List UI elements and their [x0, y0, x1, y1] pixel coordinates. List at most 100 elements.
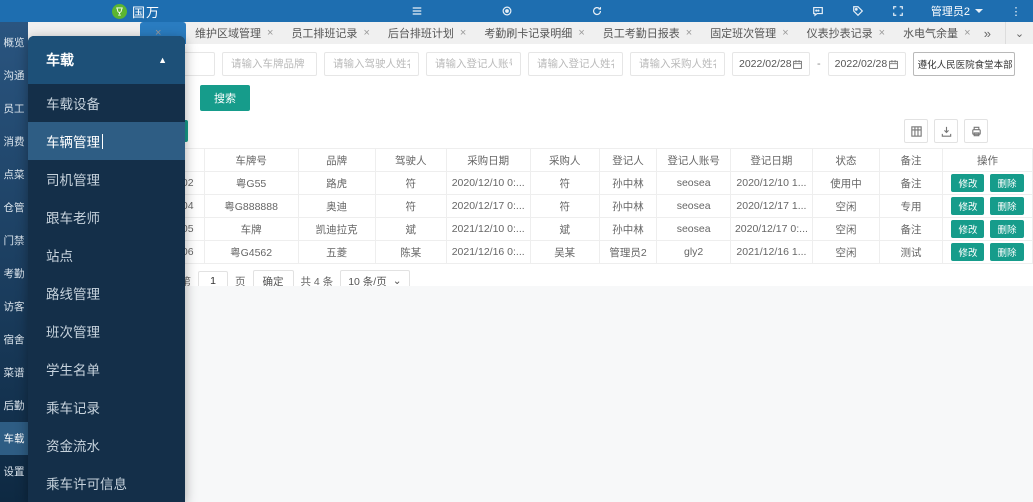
- sidebar-item-车载[interactable]: 车载: [0, 422, 28, 455]
- edit-button[interactable]: 修改: [951, 243, 985, 261]
- filter-columns-icon[interactable]: [904, 119, 928, 143]
- calendar-icon: [793, 59, 802, 69]
- more-vertical-icon[interactable]: ⋮: [1009, 4, 1023, 18]
- close-icon[interactable]: ×: [686, 27, 692, 39]
- tab-8[interactable]: 水电气余量 ×: [894, 22, 970, 44]
- tab-label: 水电气余量: [903, 28, 959, 40]
- close-icon[interactable]: ×: [782, 27, 788, 39]
- tab-dropdown-icon[interactable]: ⌄: [1005, 22, 1033, 44]
- delete-button[interactable]: 删除: [990, 197, 1024, 215]
- cell: 粤G4562: [203, 240, 299, 264]
- sidebar-item-设置[interactable]: 设置: [0, 455, 28, 488]
- tab-3[interactable]: 后台排班计划 ×: [379, 22, 475, 44]
- menu-item-学生名单[interactable]: 学生名单: [28, 350, 185, 388]
- cell: 2021/12/16 1...: [729, 240, 813, 264]
- menu-item-站点[interactable]: 站点: [28, 236, 185, 274]
- tab-6[interactable]: 固定班次管理 ×: [701, 22, 797, 44]
- close-icon[interactable]: ×: [879, 27, 885, 39]
- sidebar-item-宿舍[interactable]: 宿舍: [0, 323, 28, 356]
- close-icon[interactable]: ×: [267, 27, 273, 39]
- cell: 凯迪拉克: [297, 217, 376, 241]
- delete-button[interactable]: 删除: [990, 174, 1024, 192]
- cell: 符: [529, 194, 600, 218]
- tag-icon[interactable]: [851, 4, 865, 18]
- sidebar-item-后勤[interactable]: 后勤: [0, 389, 28, 422]
- cell: 2020/12/17 0:...: [729, 217, 813, 241]
- tab-label: 员工排班记录: [291, 28, 358, 40]
- menu-item-资金流水[interactable]: 资金流水: [28, 426, 185, 464]
- refresh-icon[interactable]: [590, 4, 604, 18]
- cell: 备注: [879, 217, 943, 241]
- cell: 符: [374, 194, 447, 218]
- cell: seosea: [656, 217, 731, 241]
- date-to-picker[interactable]: 2022/02/28: [827, 52, 906, 76]
- cell: 管理员2: [598, 240, 658, 264]
- sidebar-item-仓管[interactable]: 仓管: [0, 191, 28, 224]
- sidebar-item-门禁[interactable]: 门禁: [0, 224, 28, 257]
- org-select[interactable]: 遵化人民医院食堂本部 ⌄: [912, 52, 1015, 76]
- edit-button[interactable]: 修改: [951, 197, 985, 215]
- cell: 2020/12/17 0:...: [445, 194, 531, 218]
- close-icon[interactable]: ×: [460, 27, 466, 39]
- vehicle-flyout-menu: 车载 ▲ 车载设备 车辆管理 司机管理 跟车老师 站点 路线管理 班次管理 学生名单 乘车记录资…: [28, 36, 185, 502]
- cell: 孙中林: [598, 194, 658, 218]
- edit-button[interactable]: 修改: [951, 220, 985, 238]
- delete-button[interactable]: 删除: [990, 243, 1024, 261]
- sidebar-item-沟通[interactable]: 沟通: [0, 59, 28, 92]
- menu-item-车辆管理[interactable]: 车辆管理: [28, 122, 185, 160]
- dot-indicator-icon[interactable]: [500, 4, 514, 18]
- tab-4[interactable]: 考勤刷卡记录明细 ×: [475, 22, 593, 44]
- close-icon[interactable]: ×: [578, 27, 584, 39]
- sidebar-item-消费[interactable]: 消费: [0, 125, 28, 158]
- registrant-account-input[interactable]: [426, 52, 521, 76]
- tab-label: 固定班次管理: [710, 28, 777, 40]
- menu-item-车载设备[interactable]: 车载设备: [28, 84, 185, 122]
- search-button[interactable]: 搜索: [200, 85, 250, 111]
- registrant-name-input[interactable]: [528, 52, 623, 76]
- sidebar-item-菜谱[interactable]: 菜谱: [0, 356, 28, 389]
- menu-item-班次管理[interactable]: 班次管理: [28, 312, 185, 350]
- menu-item-路线管理[interactable]: 路线管理: [28, 274, 185, 312]
- menu-item-乘车许可信息[interactable]: 乘车许可信息: [28, 464, 185, 502]
- driver-name-input[interactable]: [324, 52, 419, 76]
- sidebar-item-考勤[interactable]: 考勤: [0, 257, 28, 290]
- message-icon[interactable]: [811, 4, 825, 18]
- flyout-header[interactable]: 车载 ▲: [28, 36, 185, 84]
- edit-button[interactable]: 修改: [951, 174, 985, 192]
- org-select-value: 遵化人民医院食堂本部: [917, 60, 1013, 71]
- plate-brand-input[interactable]: [222, 52, 317, 76]
- tab-2[interactable]: 员工排班记录 ×: [282, 22, 378, 44]
- fullscreen-icon[interactable]: [891, 4, 905, 18]
- tab-5[interactable]: 员工考勤日报表 ×: [594, 22, 701, 44]
- delete-button[interactable]: 删除: [990, 220, 1024, 238]
- cell: 2020/12/10 1...: [729, 171, 813, 195]
- collapse-menu-icon[interactable]: [410, 4, 424, 18]
- tab-label: 维护区域管理: [195, 28, 261, 40]
- close-icon[interactable]: ×: [363, 27, 369, 39]
- menu-item-司机管理[interactable]: 司机管理: [28, 160, 185, 198]
- sidebar-item-员工[interactable]: 员工: [0, 92, 28, 125]
- cell: 2020/12/10 0:...: [445, 171, 531, 195]
- admin-dropdown[interactable]: 管理员2: [931, 3, 983, 19]
- brand-logo-icon: [112, 3, 127, 19]
- cell: 斌: [529, 217, 600, 241]
- cell: 使用中: [811, 171, 881, 195]
- sidebar-item-点菜[interactable]: 点菜: [0, 158, 28, 191]
- print-icon[interactable]: [964, 119, 988, 143]
- tab-overflow-icon[interactable]: »: [970, 26, 1005, 41]
- cell: 空闲: [811, 240, 881, 264]
- sidebar-item-概览[interactable]: 概览: [0, 26, 28, 59]
- tab-7[interactable]: 仪表抄表记录 ×: [798, 22, 894, 44]
- menu-item-跟车老师[interactable]: 跟车老师: [28, 198, 185, 236]
- menu-item-乘车记录[interactable]: 乘车记录: [28, 388, 185, 426]
- cell: 奥迪: [297, 194, 376, 218]
- sidebar-item-访客[interactable]: 访客: [0, 290, 28, 323]
- col-header-1: 车牌号: [203, 148, 299, 172]
- date-from-picker[interactable]: 2022/02/28: [732, 52, 810, 76]
- buyer-name-input[interactable]: [630, 52, 725, 76]
- cell: 专用: [879, 194, 943, 218]
- tab-1[interactable]: 维护区域管理 ×: [186, 22, 282, 44]
- export-icon[interactable]: [934, 119, 958, 143]
- cell: 斌: [374, 217, 447, 241]
- tab-label: 后台排班计划: [387, 28, 454, 40]
